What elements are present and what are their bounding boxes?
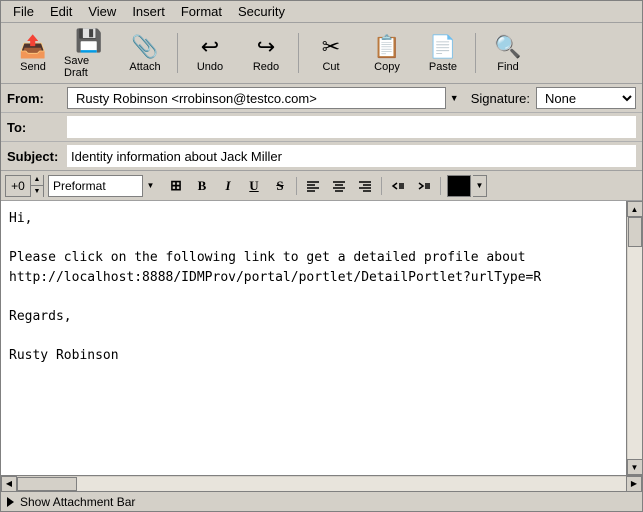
menu-view[interactable]: View <box>80 2 124 21</box>
toolbar: 📤 Send 💾 Save Draft 📎 Attach ↩ Undo ↪ Re… <box>1 23 642 84</box>
app-window: File Edit View Insert Format Security 📤 … <box>0 0 643 512</box>
signature-label: Signature: <box>471 91 530 106</box>
text-color-dropdown[interactable]: ▼ <box>473 175 487 197</box>
toolbar-separator-1 <box>177 33 178 73</box>
save-draft-icon: 💾 <box>75 27 102 55</box>
redo-icon: ↪ <box>257 33 275 61</box>
align-center-button[interactable] <box>327 175 351 197</box>
align-left-button[interactable] <box>301 175 325 197</box>
subject-row: Subject: <box>1 142 642 170</box>
strikethrough-button[interactable]: S <box>268 175 292 197</box>
horizontal-scrollbar: ◀ ▶ <box>1 475 642 491</box>
menu-insert[interactable]: Insert <box>124 2 173 21</box>
email-body[interactable] <box>1 201 626 475</box>
to-row: To: <box>1 113 642 142</box>
scroll-down-arrow[interactable]: ▼ <box>627 459 643 475</box>
font-size-down[interactable]: ▼ <box>31 186 43 197</box>
bold-button[interactable]: B <box>190 175 214 197</box>
to-input[interactable] <box>67 116 636 138</box>
align-right-button[interactable] <box>353 175 377 197</box>
indent-increase-button[interactable] <box>412 175 436 197</box>
send-button[interactable]: 📤 Send <box>7 27 59 79</box>
format-separator-1 <box>296 177 297 195</box>
redo-label: Redo <box>253 61 279 73</box>
menu-edit[interactable]: Edit <box>42 2 80 21</box>
font-select[interactable]: Preformat <box>48 175 158 197</box>
signature-select[interactable]: None <box>536 87 636 109</box>
from-label: From: <box>7 91 67 106</box>
find-label: Find <box>497 61 518 73</box>
save-draft-button[interactable]: 💾 Save Draft <box>63 27 115 79</box>
text-color-button[interactable] <box>447 175 471 197</box>
hscroll-thumb[interactable] <box>17 477 77 491</box>
format-separator-3 <box>440 177 441 195</box>
save-draft-label: Save Draft <box>64 55 114 79</box>
paste-icon: 📄 <box>429 33 456 61</box>
cut-icon: ✂ <box>322 33 340 61</box>
subject-label: Subject: <box>7 149 67 164</box>
attachment-bar-label: Show Attachment Bar <box>20 495 135 509</box>
paste-label: Paste <box>429 61 457 73</box>
hscroll-right-arrow[interactable]: ▶ <box>626 476 642 492</box>
send-label: Send <box>20 61 46 73</box>
italic-button[interactable]: I <box>216 175 240 197</box>
header-fields: From: Rusty Robinson <rrobinson@testco.c… <box>1 84 642 171</box>
cut-button[interactable]: ✂ Cut <box>305 27 357 79</box>
font-size-up[interactable]: ▲ <box>31 175 43 187</box>
attach-label: Attach <box>129 61 160 73</box>
attachment-bar[interactable]: Show Attachment Bar <box>1 491 642 511</box>
indent-decrease-button[interactable] <box>386 175 410 197</box>
toolbar-separator-3 <box>475 33 476 73</box>
insert-table-button[interactable]: ⊞ <box>164 175 188 197</box>
paste-button[interactable]: 📄 Paste <box>417 27 469 79</box>
scroll-thumb[interactable] <box>628 217 642 247</box>
from-row: From: Rusty Robinson <rrobinson@testco.c… <box>1 84 642 113</box>
cut-label: Cut <box>322 61 339 73</box>
scroll-track[interactable] <box>628 217 642 459</box>
undo-label: Undo <box>197 61 223 73</box>
underline-button[interactable]: U <box>242 175 266 197</box>
to-label: To: <box>7 120 67 135</box>
font-select-wrapper: Preformat ▼ <box>48 175 158 197</box>
subject-input[interactable] <box>67 145 636 167</box>
from-select-wrapper: Rusty Robinson <rrobinson@testco.com> ▼ <box>67 87 463 109</box>
copy-icon: 📋 <box>373 33 400 61</box>
attach-triangle-icon[interactable] <box>7 497 14 507</box>
redo-button[interactable]: ↪ Redo <box>240 27 292 79</box>
signature-select-wrapper: None <box>536 87 636 109</box>
font-size-input[interactable] <box>6 179 30 193</box>
copy-button[interactable]: 📋 Copy <box>361 27 413 79</box>
body-area: ▲ ▼ ◀ ▶ Show Attachment Bar <box>1 201 642 511</box>
toolbar-separator-2 <box>298 33 299 73</box>
body-with-vscroll: ▲ ▼ <box>1 201 642 475</box>
scroll-up-arrow[interactable]: ▲ <box>627 201 643 217</box>
menu-format[interactable]: Format <box>173 2 230 21</box>
font-size-arrows: ▲ ▼ <box>30 175 43 197</box>
undo-icon: ↩ <box>201 33 219 61</box>
attach-icon: 📎 <box>131 33 158 61</box>
menu-security[interactable]: Security <box>230 2 293 21</box>
font-size-control: ▲ ▼ <box>5 175 44 197</box>
copy-label: Copy <box>374 61 400 73</box>
vertical-scrollbar: ▲ ▼ <box>626 201 642 475</box>
format-separator-2 <box>381 177 382 195</box>
send-icon: 📤 <box>19 33 46 61</box>
menu-file[interactable]: File <box>5 2 42 21</box>
hscroll-left-arrow[interactable]: ◀ <box>1 476 17 492</box>
find-icon: 🔍 <box>494 33 521 61</box>
from-select[interactable]: Rusty Robinson <rrobinson@testco.com> <box>67 87 463 109</box>
menu-bar: File Edit View Insert Format Security <box>1 1 642 23</box>
undo-button[interactable]: ↩ Undo <box>184 27 236 79</box>
attach-button[interactable]: 📎 Attach <box>119 27 171 79</box>
format-toolbar: ▲ ▼ Preformat ▼ ⊞ B I U S <box>1 171 642 201</box>
hscroll-track[interactable] <box>17 477 626 491</box>
find-button[interactable]: 🔍 Find <box>482 27 534 79</box>
